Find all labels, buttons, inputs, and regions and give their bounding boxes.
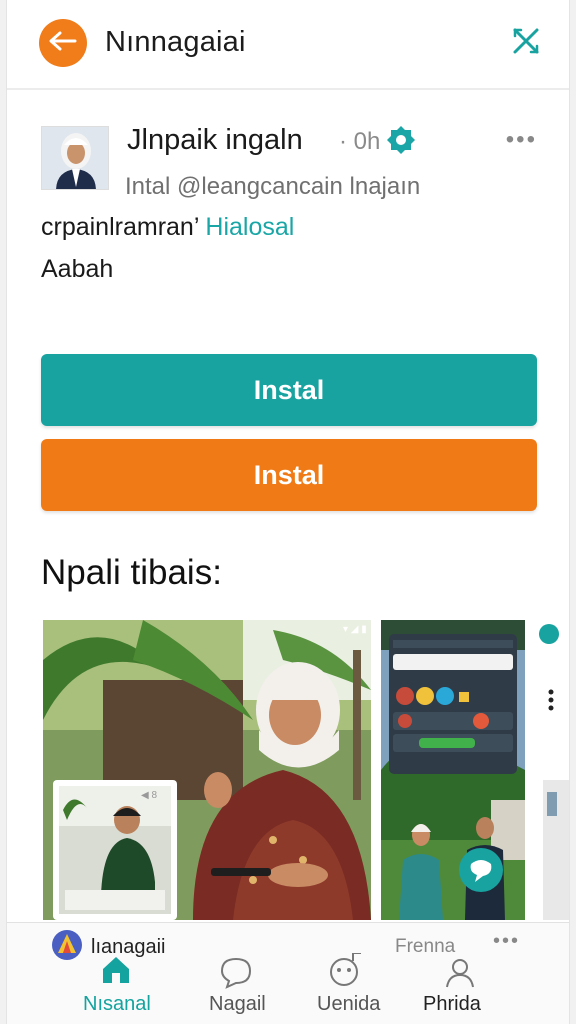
face-icon: [327, 952, 361, 987]
page-title: Nınnagaiai: [105, 26, 246, 58]
app-frame: Nınnagaiai Jlnpaik ingaln · 0h ••• Intal…: [6, 0, 570, 1024]
nav-label-profile: Phrida: [423, 993, 481, 1015]
media-photo-partial[interactable]: [537, 620, 569, 920]
more-options-button[interactable]: •••: [506, 126, 537, 154]
post-text: crpainlramran’ Hialosal: [41, 213, 294, 242]
media-photo-app-preview[interactable]: [381, 620, 525, 920]
post-time: · 0h: [339, 128, 381, 155]
svg-text:▾ ◢ ▮: ▾ ◢ ▮: [343, 624, 367, 635]
nav-label-messages: Nagail: [209, 993, 266, 1015]
post-link[interactable]: Hialosal: [205, 213, 294, 241]
install-button-primary[interactable]: Instal: [41, 354, 537, 426]
verified-badge-icon: [385, 124, 417, 156]
back-button[interactable]: [39, 19, 87, 67]
app-chip-label: lıanagaii: [91, 935, 166, 958]
app-chip[interactable]: lıanagaii: [51, 929, 166, 966]
media-photo-main[interactable]: ◀ 8 ▾ ◢ ▮: [43, 620, 371, 920]
author-handle: Intal @leangcancain lnajaın: [125, 173, 421, 200]
close-icon: [511, 26, 541, 61]
back-arrow-icon: [48, 30, 78, 57]
nav-profile-caption: Frenna: [395, 936, 456, 957]
nav-more-button[interactable]: •••: [493, 930, 520, 953]
nav-label-explore: Uenida: [317, 993, 381, 1015]
avatar[interactable]: [41, 126, 109, 190]
profile-icon: [443, 955, 477, 989]
section-title: Npali tibais:: [41, 553, 222, 592]
app-logo-icon: [51, 929, 83, 966]
install-button-secondary[interactable]: Instal: [41, 439, 537, 511]
post-text-main: crpainlramran’: [41, 213, 199, 241]
top-bar: Nınnagaiai: [7, 0, 569, 90]
post-text-second-line: Aabah: [41, 255, 114, 283]
nav-item-messages[interactable]: Nagail: [175, 923, 305, 1024]
svg-text:◀ 8: ◀ 8: [141, 790, 157, 801]
close-button[interactable]: [509, 26, 543, 60]
nav-label-home: Nısanal: [83, 993, 151, 1015]
author-name[interactable]: Jlnpaik ingaln: [127, 124, 303, 157]
chat-bubble-icon: [219, 955, 253, 989]
